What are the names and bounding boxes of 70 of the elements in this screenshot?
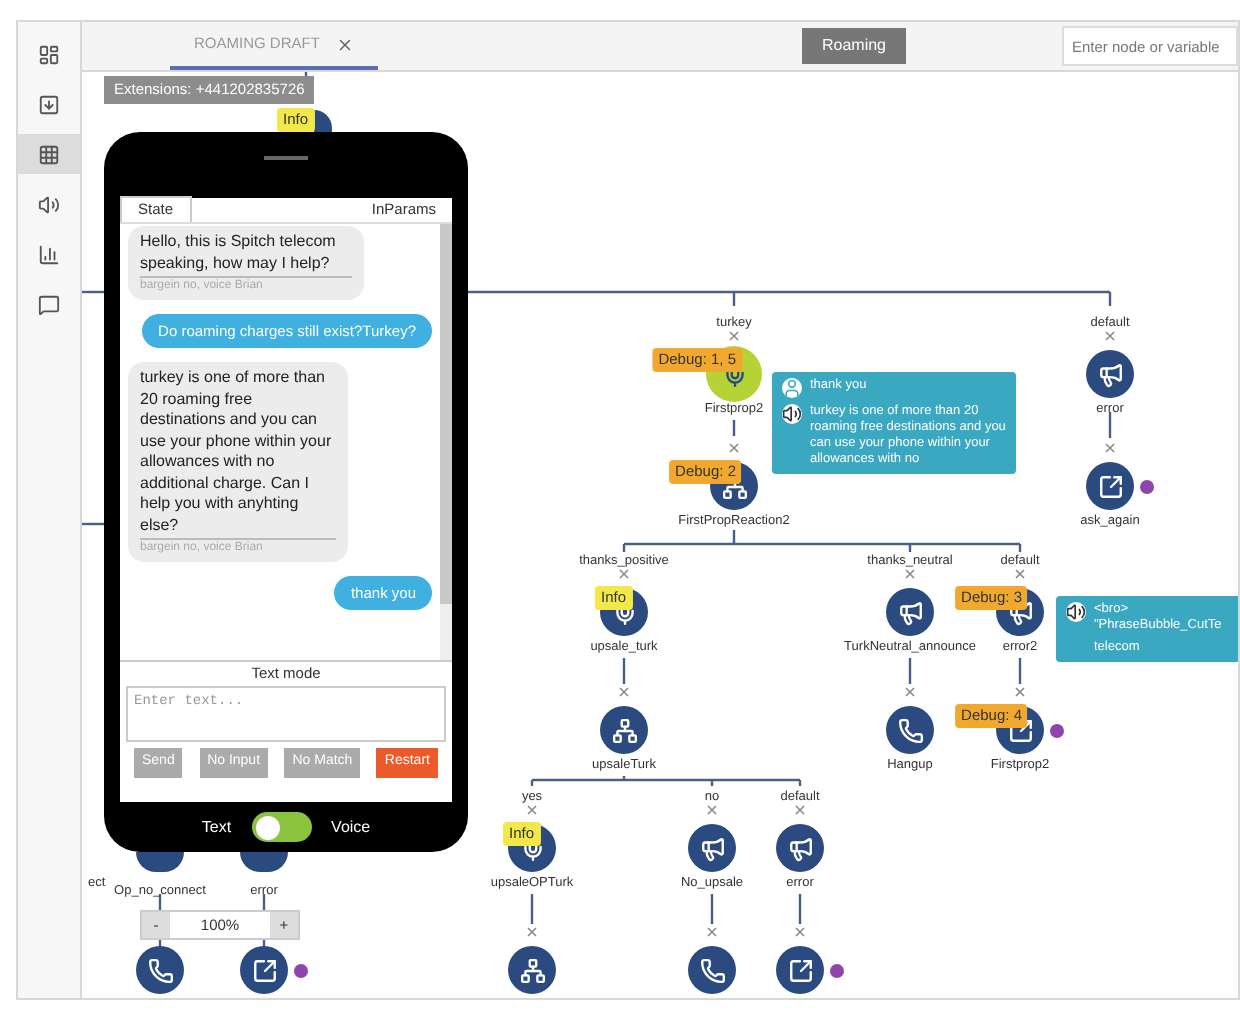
sidebar-item[interactable] [18,134,80,174]
toggle-label: Text [201,815,232,839]
megaphone-icon [897,599,923,625]
connector-line [530,894,534,924]
flow-node[interactable] [1086,462,1134,510]
flow-node[interactable] [240,946,288,994]
cross-icon [729,331,739,341]
cross-icon [1105,443,1115,453]
speaker-icon [1066,602,1086,622]
phone-icon [699,957,725,983]
flow-node[interactable] [314,110,332,132]
cross-icon [619,687,629,697]
user-icon [782,378,802,398]
cross-icon [795,927,805,937]
message-text: turkey is one of more than 20 roaming free destinations and you can use your phone within your allowances with no additional charge. Can I help you with anyhting else? [140,368,334,536]
flow-node[interactable] [508,946,556,994]
cross-icon [707,927,717,937]
connector-line [710,894,714,924]
flow-node[interactable] [688,946,736,994]
cross-icon [1015,687,1025,697]
phone-icon [147,957,173,983]
external-link-icon [251,957,277,983]
connector-line [1018,658,1022,684]
cross-icon [905,687,915,697]
flow-node[interactable] [1086,350,1134,398]
flow-node[interactable] [136,946,184,994]
connector-line [908,658,912,684]
cross-icon [905,569,915,579]
cross-icon [795,805,805,815]
cross-icon [1015,569,1025,579]
cross-icon [527,805,537,815]
connector-line [82,290,104,294]
external-link-icon [787,957,813,983]
flow-node[interactable] [776,824,824,872]
speaker-icon [782,404,802,424]
branch-icon [611,717,637,743]
connector-line [798,894,802,924]
cross-icon [1105,331,1115,341]
cross-icon [729,443,739,453]
message-text: Hello, this is Spitch telecom speaking, how may I help? [140,232,338,274]
connector-line [1108,412,1112,438]
flow-node[interactable] [776,946,824,994]
external-link-icon [1097,473,1123,499]
cross-icon [619,569,629,579]
connector-line [732,420,736,436]
toggle-label: Voice [331,815,371,839]
cross-icon [707,805,717,815]
phone-icon [897,717,923,743]
speaker-icon [38,193,60,215]
flow-name-button[interactable]: Roaming [801,28,906,64]
mode-toggle[interactable] [251,812,312,842]
flow-node[interactable] [886,706,934,754]
megaphone-icon [787,835,813,861]
flow-node[interactable] [136,852,184,872]
cross-icon [527,927,537,937]
megaphone-icon [1097,361,1123,387]
bar-chart-icon [38,243,60,265]
flow-node[interactable] [886,588,934,636]
close-icon[interactable] [335,35,354,53]
dashboard-icon [38,43,60,65]
connector-line [82,522,104,526]
flow-node[interactable] [688,824,736,872]
flow-node[interactable] [600,706,648,754]
flow-node[interactable] [240,852,288,872]
grid-icon [38,143,60,165]
chat-icon [38,293,60,315]
branch-icon [519,957,545,983]
connector-line [622,658,626,684]
megaphone-icon [699,835,725,861]
download-icon [38,93,60,115]
